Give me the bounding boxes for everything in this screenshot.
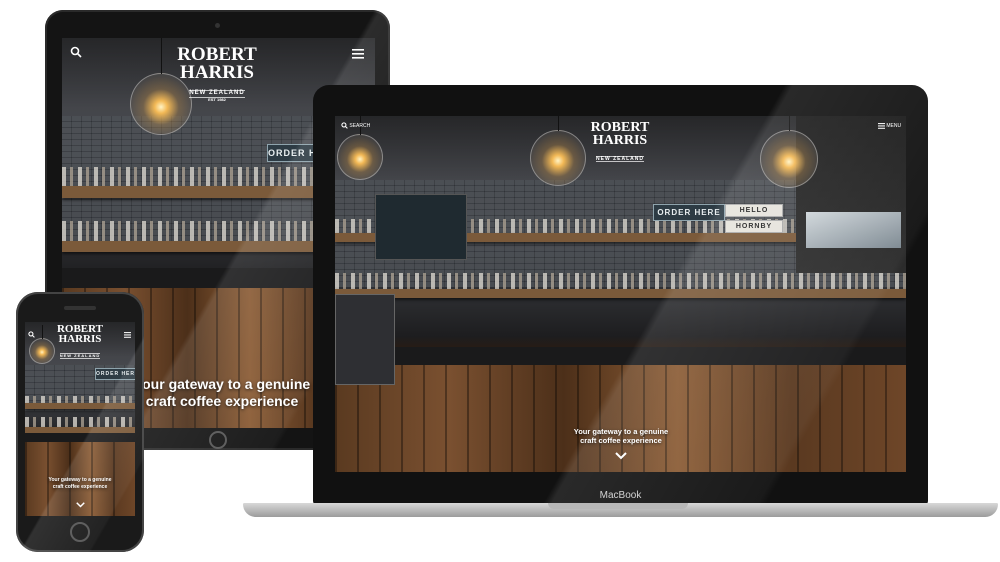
phone-speaker <box>64 306 96 310</box>
order-here-sign: ORDER HERE <box>95 368 135 380</box>
menu-button[interactable]: MENU <box>878 121 901 131</box>
logo-subtitle: NEW ZEALAND <box>596 155 644 163</box>
pastry-cabinet <box>335 294 395 385</box>
search-label: SEARCH <box>349 123 371 129</box>
menu-icon <box>878 122 885 129</box>
phone-home-button <box>70 522 90 542</box>
laptop-device: ORDER HERE HELLO HORNBY SEARCH MENU ROBE… <box>313 85 928 505</box>
hero-tagline: Your gateway to a genuine craft coffee e… <box>133 376 311 409</box>
logo-subtitle: NEW ZEALAND <box>59 352 101 359</box>
laptop-brand-label: MacBook <box>599 490 642 501</box>
phone-device: ORDER HERE ROBERT HARRIS NEW ZEALAND You… <box>16 292 144 552</box>
logo-line-2: HARRIS <box>180 62 254 84</box>
chevron-down-icon[interactable] <box>74 495 86 508</box>
logo-est: EST 1982 <box>208 96 226 102</box>
tablet-home-button <box>209 431 227 449</box>
pendant-lamp <box>530 116 586 186</box>
pendant-lamp <box>337 116 383 180</box>
chevron-down-icon[interactable] <box>613 447 629 460</box>
search-icon <box>341 122 348 129</box>
mountain-photo <box>806 212 901 248</box>
site-logo[interactable]: ROBERT HARRIS NEW ZEALAND EST 1982 <box>162 45 272 102</box>
menu-icon[interactable] <box>124 325 131 338</box>
menu-icon[interactable] <box>352 46 364 59</box>
tablet-camera <box>215 23 220 28</box>
search-icon[interactable] <box>28 325 35 338</box>
site-logo[interactable]: ROBERT HARRIS NEW ZEALAND <box>580 120 660 163</box>
cafe-hero-image: ORDER HERE HELLO HORNBY <box>335 116 906 472</box>
order-here-sign: ORDER HERE <box>653 204 725 221</box>
hero-tagline: Your gateway to a genuine craft coffee e… <box>48 477 112 490</box>
logo-line-2: HARRIS <box>592 133 648 149</box>
logo-line-2: HARRIS <box>58 333 102 346</box>
menu-board <box>375 194 467 261</box>
hero-tagline: Your gateway to a genuine craft coffee e… <box>573 427 669 445</box>
laptop-screen: ORDER HERE HELLO HORNBY SEARCH MENU ROBE… <box>335 116 906 472</box>
pendant-lamp <box>760 116 818 188</box>
logo-line-1: ROBERT <box>590 120 650 135</box>
hornby-sign: HORNBY <box>725 220 783 233</box>
menu-label: MENU <box>886 123 902 129</box>
hello-sign: HELLO <box>725 204 783 217</box>
site-logo[interactable]: ROBERT HARRIS NEW ZEALAND <box>50 323 110 360</box>
search-button[interactable]: SEARCH <box>341 121 370 131</box>
phone-screen: ORDER HERE ROBERT HARRIS NEW ZEALAND You… <box>25 322 135 516</box>
search-icon[interactable] <box>70 45 82 58</box>
